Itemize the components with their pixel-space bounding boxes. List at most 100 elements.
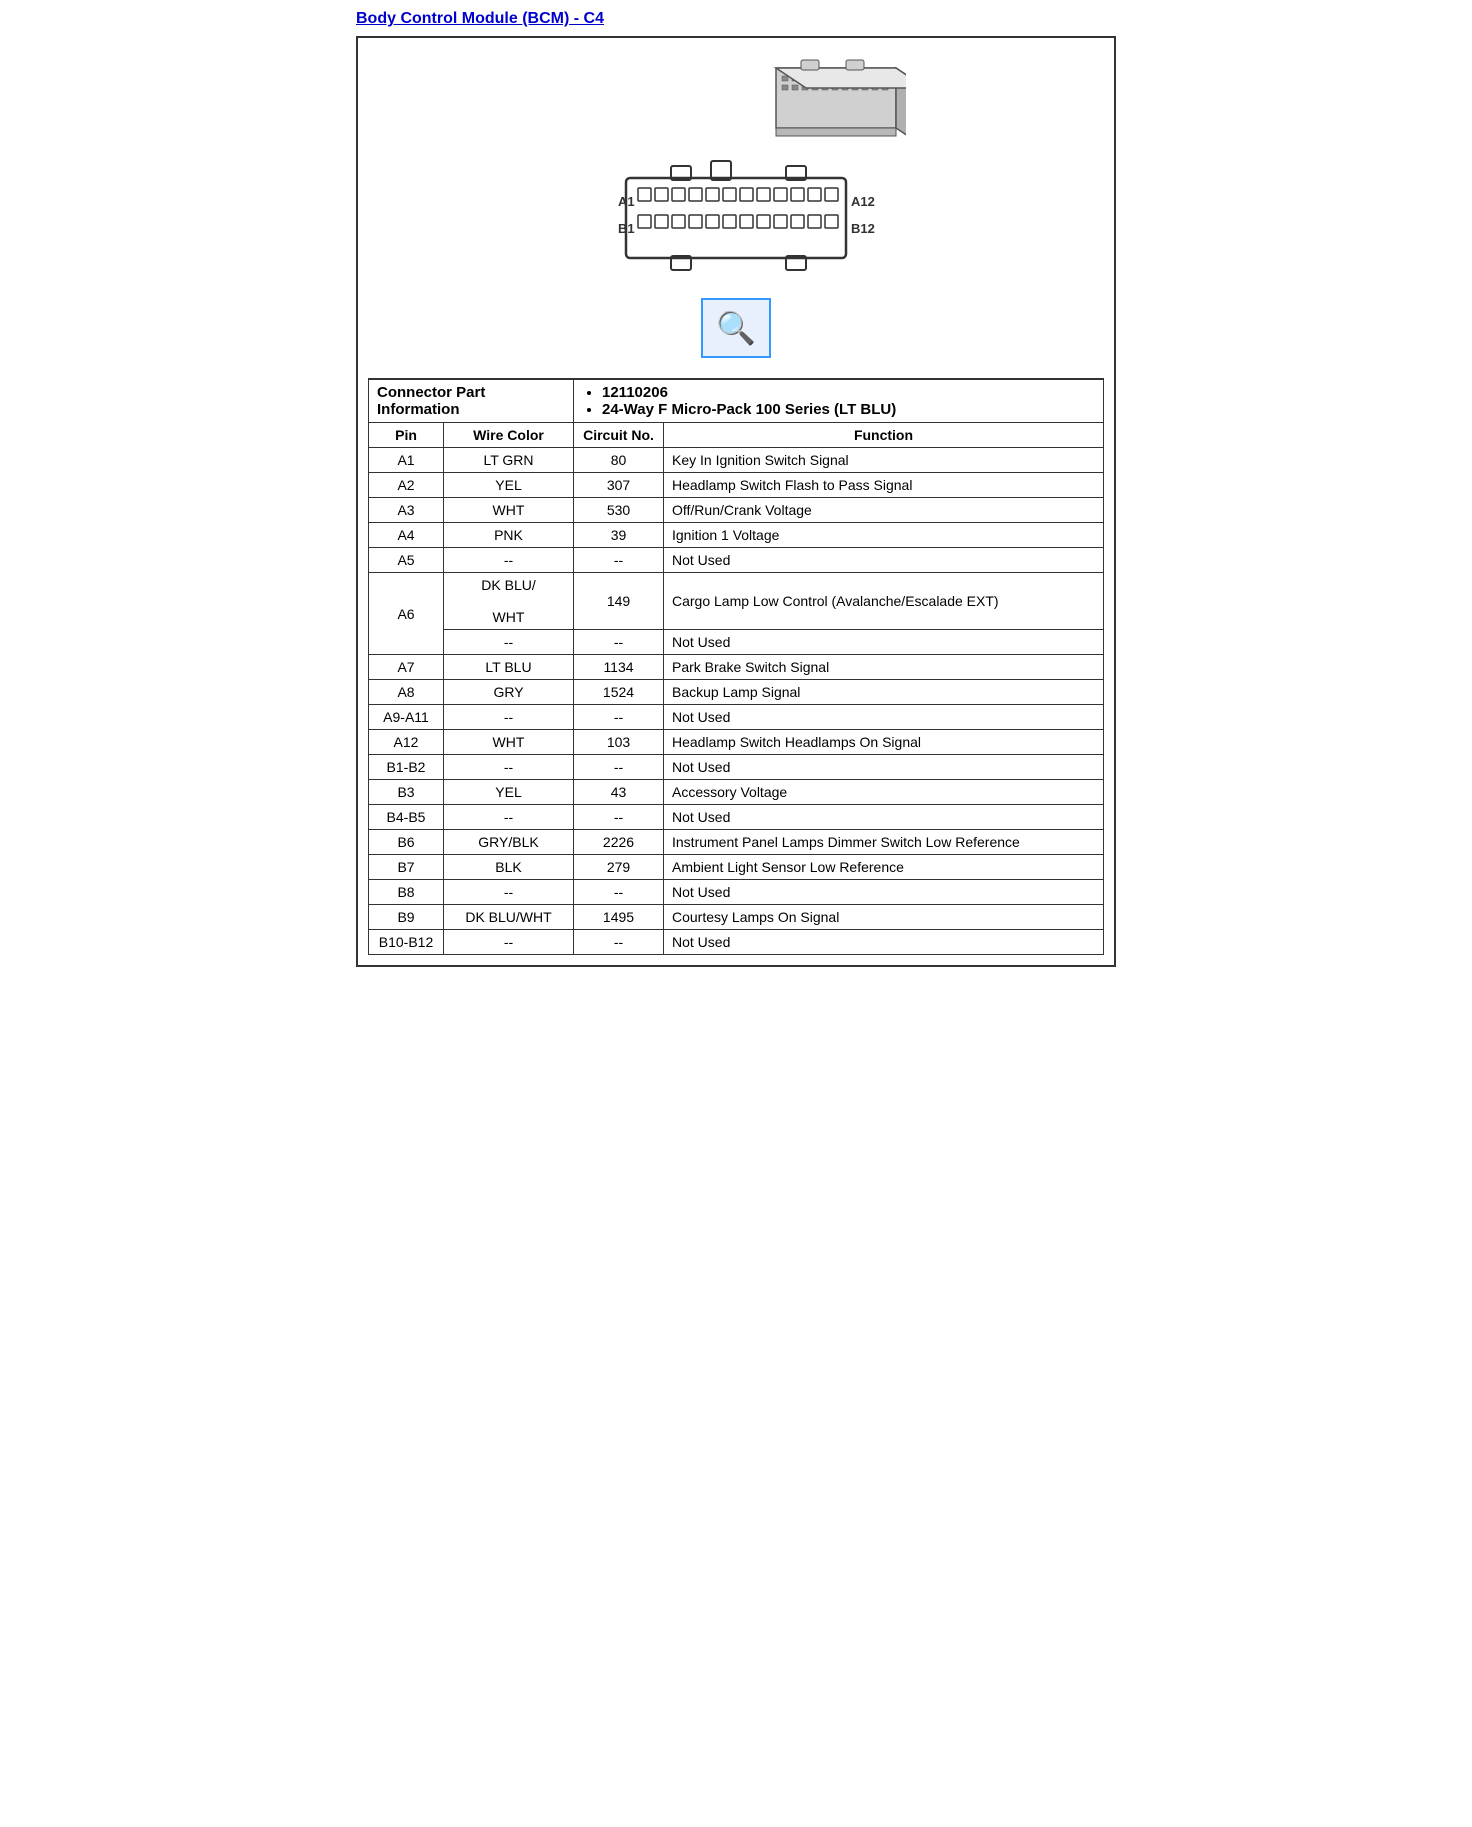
header-circuit: Circuit No.: [574, 423, 664, 448]
table-row: A7LT BLU1134Park Brake Switch Signal: [369, 655, 1104, 680]
svg-text:A12: A12: [851, 194, 875, 209]
table-row: A9-A11----Not Used: [369, 705, 1104, 730]
function-cell: Not Used: [664, 705, 1104, 730]
main-container: A1 B1 A12 B12: [356, 36, 1116, 967]
circuit-cell: 39: [574, 523, 664, 548]
wire-cell: --: [444, 630, 574, 655]
circuit-cell: --: [574, 880, 664, 905]
pin-cell: A8: [369, 680, 444, 705]
part-number-1: 12110206: [602, 384, 1095, 401]
part-numbers-list: 12110206 24-Way F Micro-Pack 100 Series …: [582, 384, 1095, 418]
function-cell: Not Used: [664, 930, 1104, 955]
circuit-cell: 43: [574, 780, 664, 805]
connector-diagram: A1 B1 A12 B12: [566, 58, 906, 288]
wire-cell: --: [444, 705, 574, 730]
svg-text:A1: A1: [618, 194, 635, 209]
connector-part-label: Connector Part Information: [369, 380, 574, 423]
pin-cell: B1-B2: [369, 755, 444, 780]
circuit-cell: 1134: [574, 655, 664, 680]
magnifier-icon: 🔍: [716, 309, 756, 347]
circuit-cell: --: [574, 630, 664, 655]
function-cell: Park Brake Switch Signal: [664, 655, 1104, 680]
pin-cell: A6: [369, 573, 444, 655]
table-row: B9DK BLU/WHT1495Courtesy Lamps On Signal: [369, 905, 1104, 930]
table-row: B6GRY/BLK2226Instrument Panel Lamps Dimm…: [369, 830, 1104, 855]
pin-cell: B4-B5: [369, 805, 444, 830]
table-row: B7BLK279Ambient Light Sensor Low Referen…: [369, 855, 1104, 880]
table-header-row: Pin Wire Color Circuit No. Function: [369, 423, 1104, 448]
table-row: B1-B2----Not Used: [369, 755, 1104, 780]
circuit-cell: --: [574, 755, 664, 780]
pin-cell: B8: [369, 880, 444, 905]
svg-text:B1: B1: [618, 221, 635, 236]
part-info-row: Connector Part Information 12110206 24-W…: [369, 380, 1104, 423]
function-cell: Headlamp Switch Headlamps On Signal: [664, 730, 1104, 755]
wire-cell: LT GRN: [444, 448, 574, 473]
table-row: A8GRY1524Backup Lamp Signal: [369, 680, 1104, 705]
wire-cell: GRY/BLK: [444, 830, 574, 855]
table-row: B8----Not Used: [369, 880, 1104, 905]
table-row: A1LT GRN80Key In Ignition Switch Signal: [369, 448, 1104, 473]
circuit-cell: --: [574, 705, 664, 730]
circuit-cell: --: [574, 548, 664, 573]
circuit-cell: 530: [574, 498, 664, 523]
connector-table: Connector Part Information 12110206 24-W…: [368, 379, 1104, 955]
function-cell: Backup Lamp Signal: [664, 680, 1104, 705]
table-row: A6DK BLU/ WHT149Cargo Lamp Low Control (…: [369, 573, 1104, 630]
pin-cell: A2: [369, 473, 444, 498]
wire-cell: --: [444, 755, 574, 780]
function-cell: Off/Run/Crank Voltage: [664, 498, 1104, 523]
circuit-cell: 103: [574, 730, 664, 755]
table-row: A4PNK39Ignition 1 Voltage: [369, 523, 1104, 548]
pin-cell: A12: [369, 730, 444, 755]
circuit-cell: 2226: [574, 830, 664, 855]
header-function: Function: [664, 423, 1104, 448]
pin-cell: A1: [369, 448, 444, 473]
table-row: A2YEL307Headlamp Switch Flash to Pass Si…: [369, 473, 1104, 498]
pin-cell: B9: [369, 905, 444, 930]
function-cell: Not Used: [664, 548, 1104, 573]
circuit-cell: 1495: [574, 905, 664, 930]
wire-cell: BLK: [444, 855, 574, 880]
table-row: A3WHT530Off/Run/Crank Voltage: [369, 498, 1104, 523]
circuit-cell: --: [574, 805, 664, 830]
pin-cell: A3: [369, 498, 444, 523]
circuit-cell: 149: [574, 573, 664, 630]
pin-cell: B10-B12: [369, 930, 444, 955]
function-cell: Ambient Light Sensor Low Reference: [664, 855, 1104, 880]
function-cell: Key In Ignition Switch Signal: [664, 448, 1104, 473]
function-cell: Not Used: [664, 755, 1104, 780]
function-cell: Headlamp Switch Flash to Pass Signal: [664, 473, 1104, 498]
wire-cell: --: [444, 548, 574, 573]
pin-cell: B3: [369, 780, 444, 805]
table-row: B4-B5----Not Used: [369, 805, 1104, 830]
function-cell: Cargo Lamp Low Control (Avalanche/Escala…: [664, 573, 1104, 630]
wire-cell: WHT: [444, 498, 574, 523]
table-row: A5----Not Used: [369, 548, 1104, 573]
function-cell: Ignition 1 Voltage: [664, 523, 1104, 548]
pin-cell: B6: [369, 830, 444, 855]
wire-cell: DK BLU/ WHT: [444, 573, 574, 630]
circuit-cell: 279: [574, 855, 664, 880]
wire-cell: YEL: [444, 473, 574, 498]
table-row: ----Not Used: [369, 630, 1104, 655]
wire-cell: YEL: [444, 780, 574, 805]
pin-cell: A4: [369, 523, 444, 548]
table-row: B10-B12----Not Used: [369, 930, 1104, 955]
circuit-cell: --: [574, 930, 664, 955]
part-numbers-cell: 12110206 24-Way F Micro-Pack 100 Series …: [574, 380, 1104, 423]
function-cell: Not Used: [664, 630, 1104, 655]
wire-cell: LT BLU: [444, 655, 574, 680]
pin-cell: A9-A11: [369, 705, 444, 730]
header-wire: Wire Color: [444, 423, 574, 448]
pin-cell: B7: [369, 855, 444, 880]
part-number-2: 24-Way F Micro-Pack 100 Series (LT BLU): [602, 401, 1095, 418]
function-cell: Not Used: [664, 805, 1104, 830]
diagram-area: A1 B1 A12 B12: [368, 48, 1104, 379]
function-cell: Not Used: [664, 880, 1104, 905]
page-title: Body Control Module (BCM) - C4: [356, 10, 1116, 28]
svg-text:B12: B12: [851, 221, 875, 236]
pin-cell: A5: [369, 548, 444, 573]
wire-cell: --: [444, 805, 574, 830]
magnifier-button[interactable]: 🔍: [701, 298, 771, 358]
